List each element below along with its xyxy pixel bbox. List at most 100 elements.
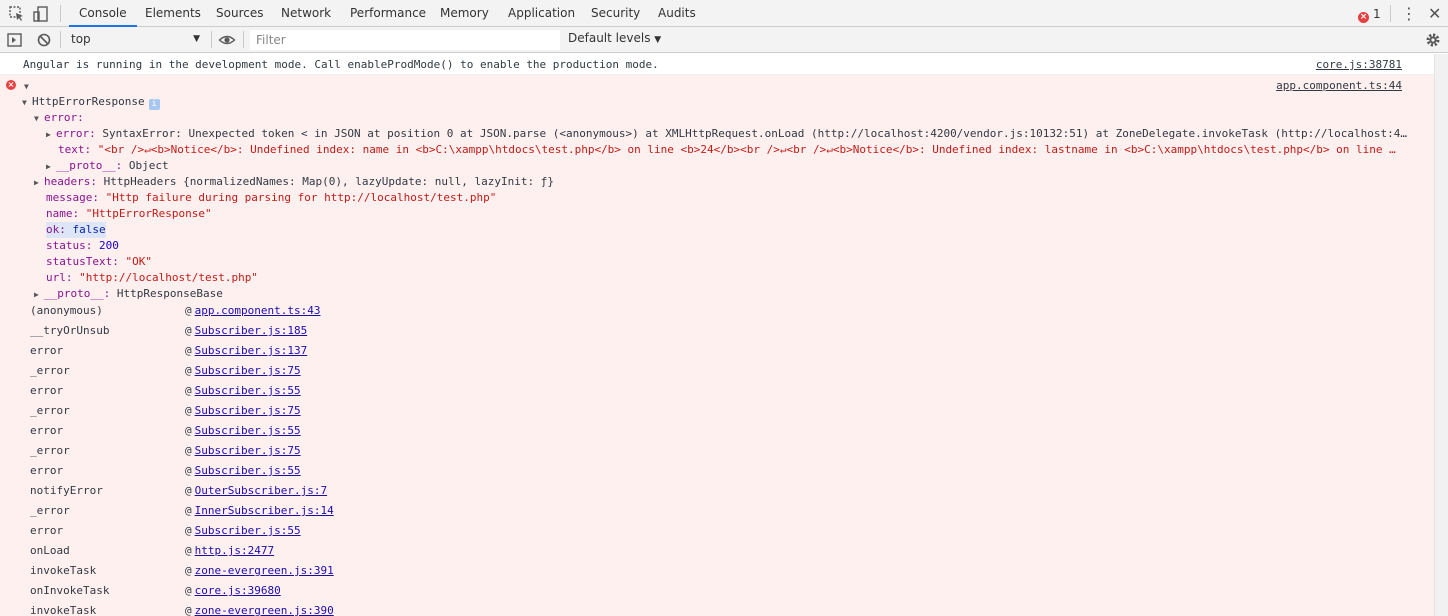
error-circle-icon: × [6, 80, 16, 90]
stack-frame: notifyError @ OuterSubscriber.js:7 [30, 481, 327, 501]
stack-function-name: _error [30, 404, 70, 417]
prop-status: status: 200 [46, 239, 119, 252]
stack-function-name: _error [30, 504, 70, 517]
stack-source-link[interactable]: Subscriber.js:55 [195, 464, 301, 477]
stack-frame: error @ Subscriber.js:55 [30, 381, 301, 401]
expand-triangle-icon[interactable]: ▼ [24, 78, 34, 94]
object-root[interactable]: ▼ HttpErrorResponse i [22, 94, 160, 110]
log-levels-dropdown[interactable]: Default levels ▼ [568, 31, 661, 45]
stack-source-link[interactable]: Subscriber.js:55 [195, 424, 301, 437]
context-selector[interactable]: top ▼ [64, 30, 208, 49]
stack-source-link[interactable]: Subscriber.js:55 [195, 524, 301, 537]
filter-input[interactable] [250, 30, 560, 50]
stack-frame: _error @ Subscriber.js:75 [30, 361, 301, 381]
stack-function-name: __tryOrUnsub [30, 324, 110, 337]
stack-source-link[interactable]: Subscriber.js:137 [195, 344, 308, 357]
dropdown-arrow-icon: ▼ [193, 34, 200, 44]
tab-memory[interactable]: Memory [440, 0, 489, 26]
log-source-link[interactable]: core.js:38781 [1316, 54, 1402, 75]
error-source-link[interactable]: app.component.ts:44 [1276, 78, 1402, 94]
error-counter[interactable]: × 1 [1358, 6, 1381, 23]
console-output: Angular is running in the development mo… [0, 54, 1434, 616]
console-scrollbar[interactable] [1434, 54, 1448, 616]
toolbar-divider [243, 31, 244, 48]
dropdown-arrow-icon: ▼ [654, 35, 662, 45]
stack-source-link[interactable]: http.js:2477 [195, 544, 274, 557]
prop-headers[interactable]: ▶ headers: HttpHeaders {normalizedNames: … [34, 174, 554, 190]
prop-name: name: "HttpErrorResponse" [46, 207, 212, 220]
stack-source-link[interactable]: Subscriber.js:75 [195, 364, 301, 377]
stack-at-symbol: @ [185, 404, 192, 417]
tab-security[interactable]: Security [591, 0, 640, 26]
stack-function-name: (anonymous) [30, 304, 103, 317]
expand-triangle-icon: ▶ [34, 178, 39, 187]
prop-ok: ok: false [46, 222, 106, 238]
stack-source-link[interactable]: core.js:39680 [195, 584, 281, 597]
stack-frame: _error @ InnerSubscriber.js:14 [30, 501, 334, 521]
tab-audits[interactable]: Audits [658, 0, 696, 26]
stack-source-link[interactable]: Subscriber.js:75 [195, 404, 301, 417]
tab-console[interactable]: Console [69, 0, 137, 27]
stack-source-link[interactable]: zone-evergreen.js:391 [195, 564, 334, 577]
tab-application[interactable]: Application [508, 0, 575, 26]
prop-message: message: "Http failure during parsing fo… [46, 191, 497, 204]
stack-source-link[interactable]: InnerSubscriber.js:14 [195, 504, 334, 517]
stack-function-name: _error [30, 444, 70, 457]
tab-elements[interactable]: Elements [145, 0, 201, 26]
stack-at-symbol: @ [185, 444, 192, 457]
log-text: Angular is running in the development mo… [23, 58, 659, 71]
prop-proto-base[interactable]: ▶ __proto__: HttpResponseBase [34, 286, 223, 302]
stack-at-symbol: @ [185, 304, 192, 317]
stack-function-name: _error [30, 364, 70, 377]
stack-frame: invokeTask @ zone-evergreen.js:391 [30, 561, 334, 581]
tab-sources[interactable]: Sources [216, 0, 263, 26]
stack-at-symbol: @ [185, 584, 192, 597]
prop-nested-error[interactable]: ▶ error: SyntaxError: Unexpected token < … [46, 126, 1407, 142]
stack-at-symbol: @ [185, 524, 192, 537]
live-expression-eye-icon[interactable] [218, 31, 236, 49]
stack-source-link[interactable]: Subscriber.js:185 [195, 324, 308, 337]
stack-source-link[interactable]: OuterSubscriber.js:7 [195, 484, 327, 497]
stack-at-symbol: @ [185, 564, 192, 577]
device-toolbar-icon[interactable] [32, 5, 50, 23]
stack-frame: error @ Subscriber.js:137 [30, 341, 307, 361]
stack-function-name: error [30, 344, 64, 357]
inspect-element-icon[interactable] [8, 5, 26, 23]
close-icon[interactable]: ✕ [1428, 4, 1441, 23]
stack-frame: __tryOrUnsub @ Subscriber.js:185 [30, 321, 307, 341]
console-error-message: × ▼ app.component.ts:44 ▼ HttpErrorRespon… [0, 75, 1434, 616]
prop-statusText: statusText: "OK" [46, 255, 152, 268]
more-options-icon[interactable]: ⋮ [1401, 4, 1417, 23]
prop-proto-object[interactable]: ▶ __proto__: Object [46, 158, 169, 174]
stack-at-symbol: @ [185, 384, 192, 397]
prop-text: text: "<br />↵<b>Notice</b>: Undefined i… [58, 143, 1396, 156]
stack-frame: error @ Subscriber.js:55 [30, 521, 301, 541]
tab-performance[interactable]: Performance [350, 0, 426, 26]
prop-url: url: "http://localhost/test.php" [46, 271, 258, 284]
stack-frame: error @ Subscriber.js:55 [30, 461, 301, 481]
stack-at-symbol: @ [185, 544, 192, 557]
stack-frame: _error @ Subscriber.js:75 [30, 401, 301, 421]
stack-source-link[interactable]: Subscriber.js:75 [195, 444, 301, 457]
stack-source-link[interactable]: zone-evergreen.js:390 [195, 604, 334, 616]
console-settings-gear-icon[interactable] [1424, 31, 1442, 49]
stack-function-name: onInvokeTask [30, 584, 110, 597]
stack-at-symbol: @ [185, 504, 192, 517]
stack-function-name: invokeTask [30, 564, 97, 577]
stack-frame: onInvokeTask @ core.js:39680 [30, 581, 281, 601]
stack-frame: _error @ Subscriber.js:75 [30, 441, 301, 461]
stack-function-name: notifyError [30, 484, 103, 497]
toolbar-divider [1390, 5, 1391, 22]
tab-network[interactable]: Network [281, 0, 331, 26]
stack-source-link[interactable]: app.component.ts:43 [195, 304, 321, 317]
info-icon[interactable]: i [148, 99, 160, 110]
stack-at-symbol: @ [185, 424, 192, 437]
toolbar-divider [60, 5, 61, 22]
prop-error[interactable]: ▼ error: [34, 110, 84, 126]
clear-console-icon[interactable] [35, 31, 53, 49]
console-filterbar: top ▼ Default levels ▼ [0, 27, 1448, 53]
expand-triangle-icon: ▼ [34, 114, 39, 123]
console-log-message: Angular is running in the development mo… [0, 54, 1434, 75]
stack-source-link[interactable]: Subscriber.js:55 [195, 384, 301, 397]
console-sidebar-icon[interactable] [6, 31, 24, 49]
